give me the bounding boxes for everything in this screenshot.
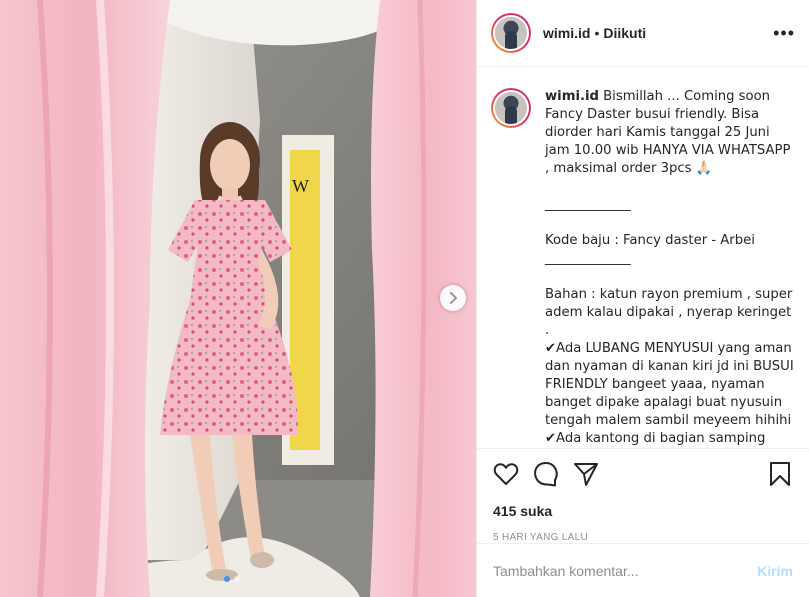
- post-panel: wimi.id • Diikuti ••• wimi.id Bismillah …: [476, 0, 809, 597]
- carousel-indicator: [224, 576, 240, 582]
- svg-text:W: W: [292, 176, 309, 196]
- post-timestamp[interactable]: 5 HARI YANG LALU: [493, 532, 793, 543]
- post-actions: 415 suka 5 HARI YANG LALU: [477, 448, 809, 543]
- caption-text: wimi.id Bismillah ... Coming soon Fancy …: [545, 88, 795, 448]
- action-icons: [493, 459, 793, 489]
- likes-count[interactable]: 415 suka: [493, 503, 793, 519]
- caption-row: wimi.id Bismillah ... Coming soon Fancy …: [491, 88, 795, 448]
- like-button[interactable]: [493, 461, 519, 487]
- caption-avatar-image: [495, 92, 527, 124]
- follow-status-button[interactable]: Diikuti: [603, 25, 646, 41]
- post-photo[interactable]: W: [0, 0, 476, 597]
- add-comment-form: Kirim: [477, 543, 809, 597]
- comments-list[interactable]: wimi.id Bismillah ... Coming soon Fancy …: [477, 68, 809, 448]
- avatar-image: [495, 17, 527, 49]
- chevron-right-icon: [450, 292, 457, 304]
- caption-avatar[interactable]: [491, 88, 531, 128]
- caption-avatar-ring: [493, 90, 529, 126]
- save-button[interactable]: [767, 461, 793, 487]
- paper-plane-icon: [574, 463, 598, 486]
- share-button[interactable]: [573, 461, 599, 487]
- caption-body: Bismillah ... Coming soon Fancy Daster b…: [545, 89, 794, 446]
- post-header: wimi.id • Diikuti •••: [477, 0, 809, 67]
- send-comment-button[interactable]: Kirim: [757, 563, 793, 579]
- username-link[interactable]: wimi.id: [543, 25, 590, 41]
- carousel-dot: [234, 576, 240, 582]
- next-photo-button[interactable]: [440, 285, 466, 311]
- avatar[interactable]: [491, 13, 531, 53]
- comment-icon: [534, 462, 558, 487]
- heart-icon: [493, 463, 519, 485]
- separator-dot: •: [594, 25, 600, 41]
- post-image: W: [0, 0, 476, 597]
- caption-username[interactable]: wimi.id: [545, 89, 599, 104]
- comment-input[interactable]: [493, 562, 758, 579]
- bookmark-icon: [770, 462, 790, 486]
- avatar-ring: [493, 15, 529, 51]
- carousel-dot-active: [224, 576, 230, 582]
- more-options-icon[interactable]: •••: [773, 24, 795, 42]
- comment-button[interactable]: [533, 461, 559, 487]
